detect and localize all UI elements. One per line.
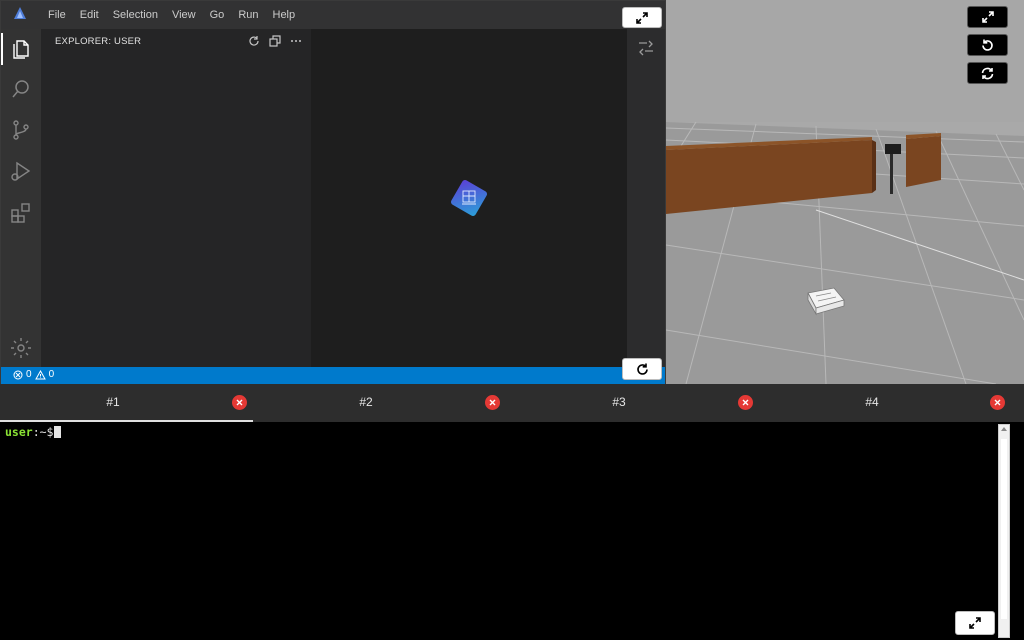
editor-area — [311, 29, 627, 367]
more-actions-icon[interactable] — [289, 34, 303, 48]
menu-edit[interactable]: Edit — [73, 1, 106, 29]
menu-help[interactable]: Help — [266, 1, 303, 29]
search-icon[interactable] — [9, 77, 33, 101]
terminal-scrollbar[interactable] — [998, 424, 1010, 638]
reload-sim-icon — [981, 67, 994, 79]
terminal-tab-bar: #1 #2 #3 #4 — [0, 384, 1024, 422]
warning-count: 0 — [48, 369, 55, 380]
terminal[interactable]: user:~$ — [0, 422, 1024, 640]
menu-run[interactable]: Run — [231, 1, 265, 29]
desktop: File Edit Selection View Go Run Help EXP… — [0, 0, 1024, 640]
menu-view[interactable]: View — [165, 1, 203, 29]
tab-close-button[interactable] — [485, 395, 500, 410]
expand-icon — [981, 11, 994, 23]
tab-close-button[interactable] — [738, 395, 753, 410]
ide-panel: File Edit Selection View Go Run Help EXP… — [0, 0, 666, 384]
terminal-tab-3[interactable]: #3 — [506, 384, 759, 422]
reload-icon — [636, 363, 648, 375]
refresh-explorer-icon[interactable] — [247, 34, 261, 48]
scroll-thumb[interactable] — [1001, 439, 1007, 619]
sim-reset-view-button[interactable] — [967, 34, 1008, 56]
close-icon — [742, 399, 749, 406]
explorer-sidebar: EXPLORER: USER — [41, 29, 311, 367]
files-icon[interactable] — [9, 37, 33, 61]
tab-label: #4 — [865, 395, 879, 409]
tab-label: #1 — [106, 395, 120, 409]
status-bar: 0 0 — [1, 367, 665, 384]
sim-reload-button[interactable] — [967, 62, 1008, 84]
ros-graph-icon[interactable] — [636, 37, 656, 57]
app-logo-icon — [14, 7, 26, 19]
tab-label: #2 — [359, 395, 373, 409]
scroll-up-arrow-icon[interactable] — [1001, 427, 1007, 431]
error-icon — [13, 370, 23, 379]
ide-watermark-logo-icon — [450, 179, 488, 217]
active-indicator — [1, 33, 3, 65]
problems-indicator[interactable]: 0 0 — [13, 369, 54, 380]
terminal-tab-1[interactable]: #1 — [0, 384, 253, 422]
cursor — [54, 426, 62, 438]
expand-icon — [969, 617, 981, 629]
close-icon — [236, 399, 243, 406]
source-control-icon[interactable] — [9, 118, 33, 142]
sim-scene — [666, 0, 1024, 384]
terminal-tab-4[interactable]: #4 — [759, 384, 1012, 422]
settings-gear-icon[interactable] — [9, 336, 33, 360]
explorer-title: EXPLORER: USER — [55, 36, 142, 47]
terminal-tab-2[interactable]: #2 — [253, 384, 506, 422]
ide-fullscreen-button[interactable] — [622, 7, 662, 28]
tab-label: #3 — [612, 395, 626, 409]
terminal-fullscreen-button[interactable] — [955, 611, 995, 635]
sim-fullscreen-button[interactable] — [967, 6, 1008, 28]
tab-close-button[interactable] — [232, 395, 247, 410]
warning-icon — [34, 369, 46, 379]
right-toolbar — [627, 29, 665, 367]
tab-close-button[interactable] — [990, 395, 1005, 410]
prompt-path: :~$ — [32, 425, 54, 439]
simulation-view[interactable] — [666, 0, 1024, 384]
run-debug-icon[interactable] — [9, 159, 33, 183]
prompt-user: user — [5, 425, 33, 439]
title-bar: File Edit Selection View Go Run Help — [1, 1, 665, 29]
ide-reload-button[interactable] — [622, 358, 662, 380]
menu-selection[interactable]: Selection — [106, 1, 165, 29]
menu-file[interactable]: File — [41, 1, 73, 29]
expand-icon — [636, 11, 648, 24]
activity-bar — [1, 29, 41, 367]
menu-bar: File Edit Selection View Go Run Help — [41, 1, 302, 29]
collapse-folders-icon[interactable] — [268, 34, 282, 48]
extensions-icon[interactable] — [9, 201, 33, 225]
close-icon — [994, 399, 1001, 406]
reset-view-icon — [982, 39, 993, 51]
error-count: 0 — [26, 369, 32, 380]
terminal-prompt: user:~$ — [5, 425, 62, 439]
close-icon — [489, 399, 496, 406]
menu-go[interactable]: Go — [203, 1, 232, 29]
